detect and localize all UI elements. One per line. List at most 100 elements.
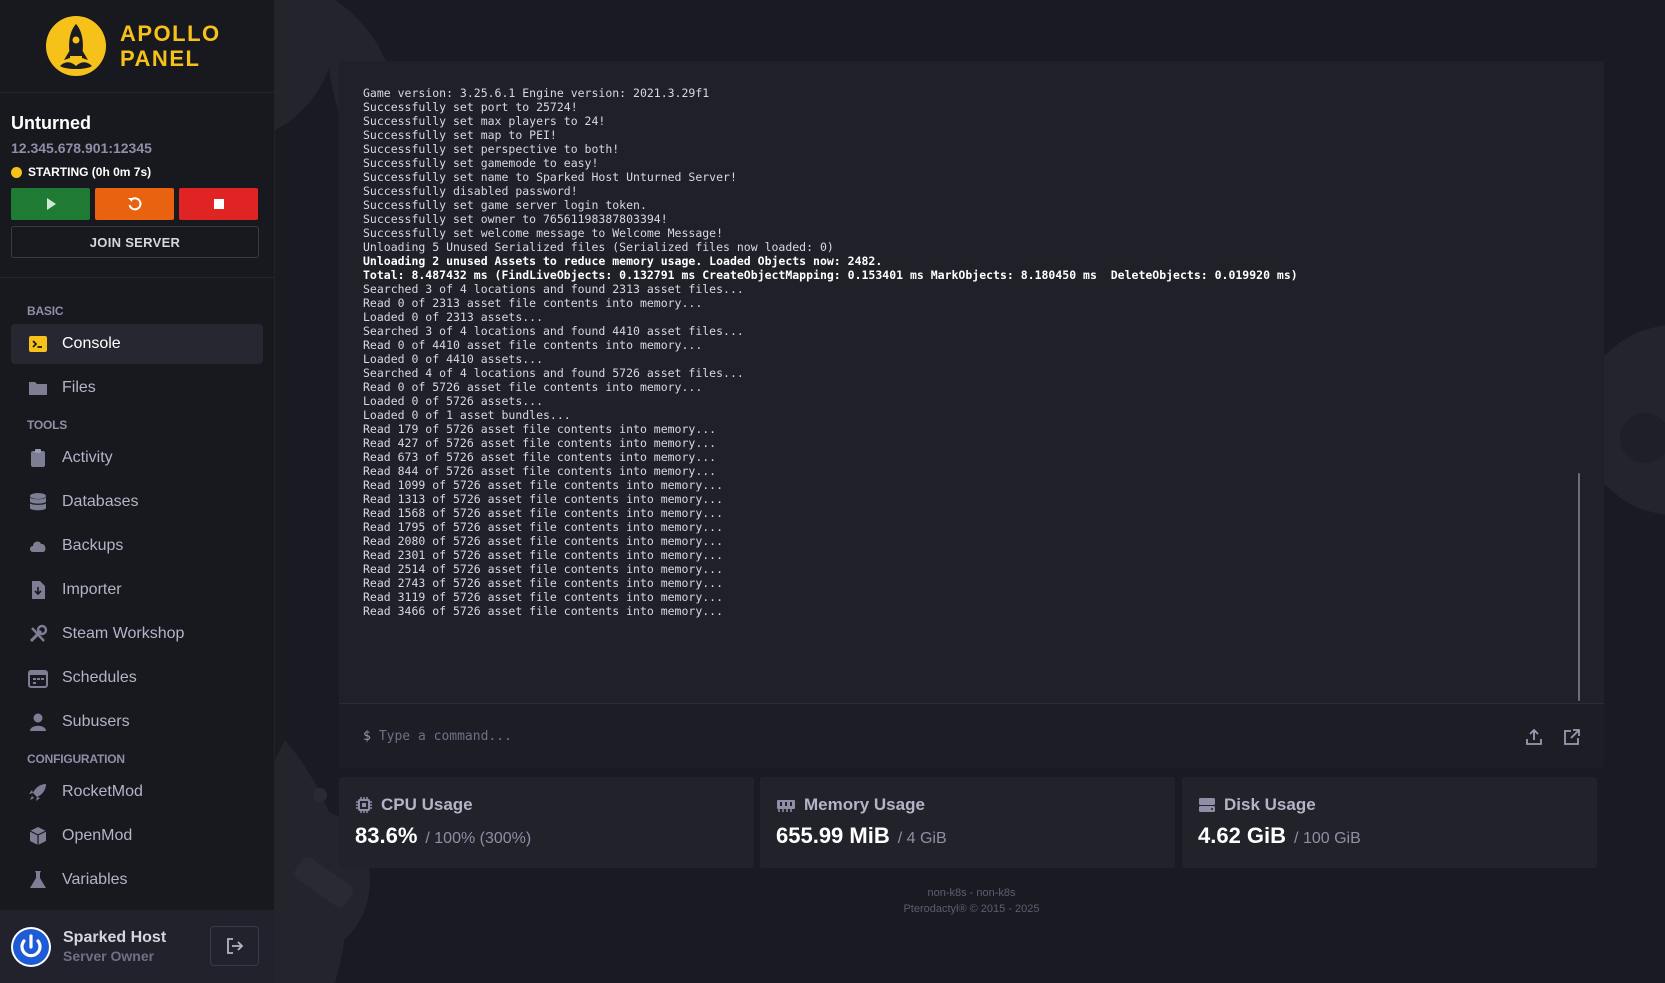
console-line: Successfully set perspective to both! [363, 142, 620, 156]
console-output[interactable]: Game version: 3.25.6.1 Engine version: 2… [339, 61, 1604, 704]
console-line: Read 427 of 5726 asset file contents int… [363, 436, 717, 450]
footer: non-k8s - non-k8s Pterodactyl® © 2015 - … [339, 885, 1604, 917]
external-link-icon[interactable] [1562, 727, 1582, 747]
stat-header: Disk Usage [1198, 795, 1581, 815]
power-controls [11, 188, 263, 220]
server-info: Unturned 12.345.678.901:12345 STARTING (… [0, 93, 274, 278]
file-import-icon [28, 580, 48, 600]
console-line: Read 2080 of 5726 asset file contents in… [363, 534, 724, 548]
console-line: Game version: 3.25.6.1 Engine version: 2… [363, 86, 710, 100]
sidebar-item-label: RocketMod [62, 783, 143, 800]
sidebar-item-variables[interactable]: Variables [11, 860, 263, 900]
sidebar-item-label: OpenMod [62, 827, 133, 844]
console-line: Read 3119 of 5726 asset file contents in… [363, 590, 724, 604]
power-logo-icon [13, 928, 49, 965]
sidebar-item-label: Console [62, 335, 121, 352]
sign-out-icon [226, 938, 243, 954]
tools-icon [28, 624, 48, 644]
start-button[interactable] [11, 188, 90, 220]
sidebar-item-label: Files [62, 379, 96, 396]
footer-cluster: non-k8s - non-k8s [927, 887, 1016, 899]
stat-title: Memory Usage [804, 795, 925, 814]
nav-section-basic: BASIC [27, 304, 64, 318]
console-line: Loaded 0 of 4410 assets... [363, 352, 544, 366]
console-line: Read 2301 of 5726 asset file contents in… [363, 548, 724, 562]
stat-values: 655.99 MiB / 4 GiB [776, 823, 1159, 849]
sidebar-item-label: Subusers [62, 713, 130, 730]
cloud-icon [28, 536, 48, 556]
sidebar-nav: BASIC Console Files TOOLS Activity Datab… [0, 278, 274, 908]
sidebar-item-label: Steam Workshop [62, 625, 185, 642]
command-bar: $ [339, 705, 1604, 768]
status-dot-icon [11, 166, 22, 178]
brand-name: APOLLO PANEL [120, 21, 221, 71]
console-line: Successfully set owner to 76561198387803… [363, 212, 668, 226]
sidebar-item-label: Schedules [62, 669, 137, 686]
logout-button[interactable] [210, 926, 259, 966]
hard-drive-icon [1199, 798, 1215, 812]
terminal-icon [28, 334, 48, 354]
avatar[interactable] [11, 926, 51, 967]
console-line: Searched 3 of 4 locations and found 4410… [363, 324, 744, 338]
user-bar: Sparked Host Server Owner [0, 910, 275, 983]
join-server-button[interactable]: JOIN SERVER [11, 226, 259, 258]
console-line: Read 844 of 5726 asset file contents int… [363, 464, 717, 478]
sidebar-item-label: Activity [62, 449, 113, 466]
console-panel: Game version: 3.25.6.1 Engine version: 2… [339, 61, 1604, 768]
sidebar-item-importer[interactable]: Importer [11, 570, 263, 610]
sidebar-item-steam-workshop[interactable]: Steam Workshop [11, 614, 263, 654]
sidebar-item-files[interactable]: Files [11, 368, 263, 408]
console-line: Read 179 of 5726 asset file contents int… [363, 422, 717, 436]
console-line: Unloading 2 unused Assets to reduce memo… [363, 254, 883, 268]
play-icon [46, 198, 56, 210]
sidebar-item-openmod[interactable]: OpenMod [11, 816, 263, 856]
sidebar-item-label: Backups [62, 537, 124, 554]
sidebar-item-activity[interactable]: Activity [11, 438, 263, 478]
stat-header: Memory Usage [776, 795, 1159, 815]
status-text: STARTING (0h 0m 7s) [28, 165, 152, 179]
rocket-logo-icon [46, 16, 106, 76]
sidebar-item-databases[interactable]: Databases [11, 482, 263, 522]
sidebar-item-label: Importer [62, 581, 122, 598]
memory-icon [777, 800, 795, 812]
sidebar-item-rocketmod[interactable]: RocketMod [11, 772, 263, 812]
flask-icon [28, 870, 48, 890]
console-line: Successfully set name to Sparked Host Un… [363, 170, 737, 184]
server-address[interactable]: 12.345.678.901:12345 [11, 140, 263, 156]
brand-logo[interactable]: APOLLO PANEL [0, 0, 274, 93]
server-name: Unturned [11, 113, 91, 133]
footer-copyright: Pterodactyl® © 2015 - 2025 [903, 903, 1040, 915]
sidebar-item-label: Databases [62, 493, 139, 510]
console-line: Successfully set port to 25724! [363, 100, 578, 114]
memory-usage-card: Memory Usage 655.99 MiB / 4 GiB [760, 777, 1175, 868]
console-line: Successfully set gamemode to easy! [363, 156, 599, 170]
sidebar-item-console[interactable]: Console [11, 324, 263, 364]
stop-icon [213, 199, 224, 209]
console-line: Searched 3 of 4 locations and found 2313… [363, 282, 744, 296]
microchip-icon [356, 797, 372, 813]
memory-value: 655.99 MiB [776, 823, 890, 848]
console-line: Successfully set max players to 24! [363, 114, 606, 128]
stat-values: 4.62 GiB / 100 GiB [1198, 823, 1581, 849]
sidebar-item-backups[interactable]: Backups [11, 526, 263, 566]
cpu-value: 83.6% [355, 823, 418, 848]
console-line: Read 0 of 4410 asset file contents into … [363, 338, 703, 352]
user-role: Server Owner [63, 948, 155, 964]
upload-icon[interactable] [1524, 727, 1544, 747]
folder-icon [28, 378, 48, 398]
command-input[interactable] [378, 729, 1479, 744]
calendar-icon [28, 668, 48, 688]
console-line: Read 1568 of 5726 asset file contents in… [363, 506, 724, 520]
stop-button[interactable] [179, 188, 258, 220]
nav-section-configuration: CONFIGURATION [27, 752, 125, 766]
console-scrollbar[interactable] [1578, 473, 1580, 701]
stat-title: Disk Usage [1224, 795, 1316, 814]
console-line: Read 0 of 2313 asset file contents into … [363, 296, 703, 310]
restart-button[interactable] [95, 188, 174, 220]
rocket-icon [28, 782, 48, 802]
user-info: Sparked Host Server Owner [63, 929, 166, 964]
console-line: Unloading 5 Unused Serialized files (Ser… [363, 240, 834, 254]
sidebar-item-schedules[interactable]: Schedules [11, 658, 263, 698]
stat-values: 83.6% / 100% (300%) [355, 823, 738, 849]
sidebar-item-subusers[interactable]: Subusers [11, 702, 263, 742]
